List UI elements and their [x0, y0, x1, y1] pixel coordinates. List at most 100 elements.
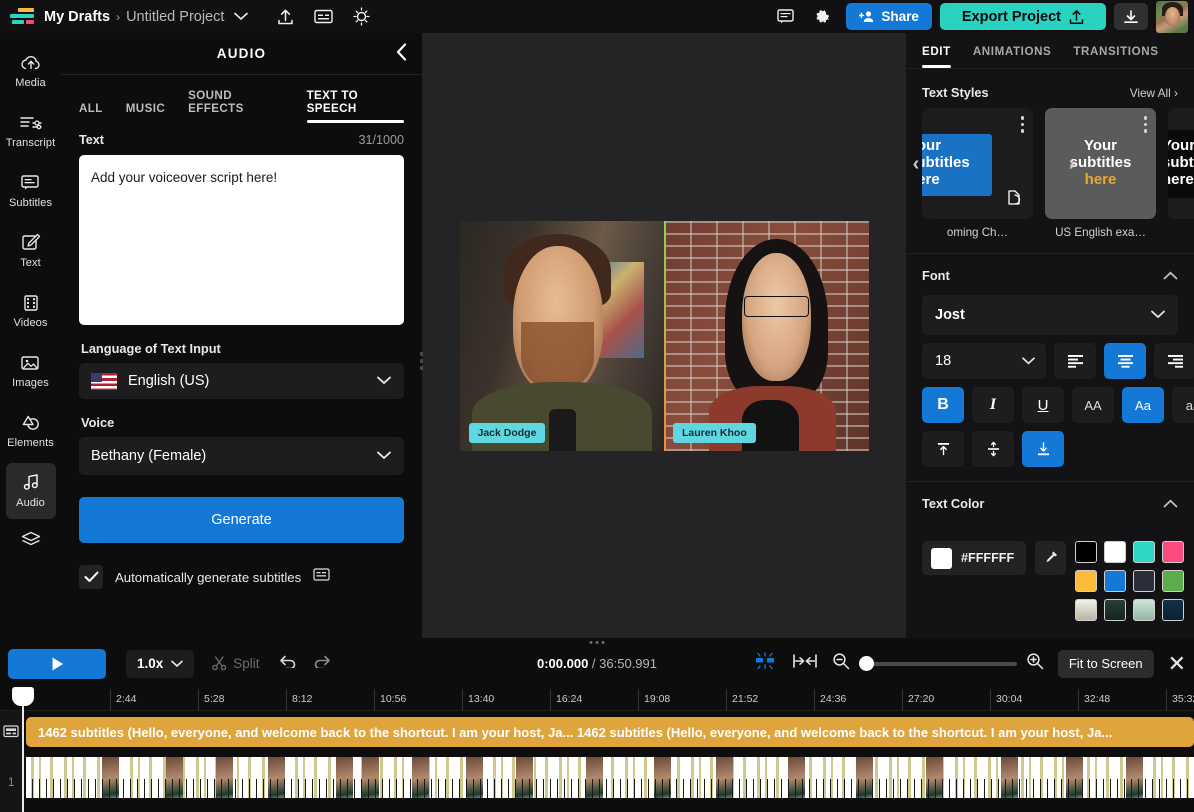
language-select[interactable]: English (US)	[79, 363, 404, 399]
tab-music[interactable]: MUSIC	[126, 102, 165, 123]
share-button[interactable]: Share	[846, 3, 932, 30]
eyedropper-button[interactable]	[1035, 541, 1066, 575]
text-styles-view-all[interactable]: View All ›	[1130, 86, 1178, 100]
color-swatch[interactable]	[1104, 541, 1126, 563]
play-button[interactable]	[8, 649, 106, 679]
text-color-collapse-chevron-up-icon[interactable]	[1163, 496, 1178, 511]
settings-gear-icon[interactable]	[808, 2, 838, 32]
text-style-thumb-3[interactable]: Your subtitl here	[1168, 108, 1194, 219]
font-family-select[interactable]: Jost	[922, 295, 1178, 335]
lowercase-button[interactable]: aa	[1172, 387, 1194, 423]
bold-button[interactable]: B	[922, 387, 964, 423]
subtitles-badge-icon	[313, 568, 330, 586]
layers-icon	[20, 530, 42, 549]
align-right-button[interactable]	[1154, 343, 1194, 379]
undo-button[interactable]	[278, 654, 297, 673]
text-color-header[interactable]: Text Color	[906, 482, 1194, 519]
zoom-slider[interactable]	[859, 662, 1017, 666]
style-options-kebab-icon-2[interactable]	[1144, 116, 1148, 133]
split-button[interactable]: Split	[212, 656, 259, 671]
color-swatch[interactable]	[1075, 599, 1097, 621]
auto-subtitles-checkbox[interactable]	[79, 565, 103, 589]
titlecase-button[interactable]: Aa	[1122, 387, 1164, 423]
subtitle-track-icon[interactable]	[3, 725, 19, 743]
subtitle-clip[interactable]: 1462 subtitles (Hello, everyone, and wel…	[26, 717, 1194, 747]
color-swatch[interactable]	[1133, 541, 1155, 563]
fit-clip-button[interactable]	[792, 653, 818, 674]
uppercase-button[interactable]: AA	[1072, 387, 1114, 423]
download-button[interactable]	[1114, 3, 1148, 30]
sidebar-item-subtitles[interactable]: Subtitles	[6, 163, 56, 219]
text-style-card-1[interactable]: Your subtitles here oming Ch…	[922, 108, 1033, 239]
sidebar-item-videos[interactable]: Videos	[6, 283, 56, 339]
sidebar-item-media[interactable]: Media	[6, 43, 56, 99]
tab-text-to-speech[interactable]: TEXT TO SPEECH	[307, 89, 404, 123]
valign-bottom-button[interactable]	[1022, 431, 1064, 467]
color-swatch[interactable]	[1162, 570, 1184, 592]
italic-button[interactable]: I	[972, 387, 1014, 423]
zoom-in-button[interactable]	[1026, 652, 1044, 675]
fit-to-screen-button[interactable]: Fit to Screen	[1058, 650, 1154, 678]
voice-select[interactable]: Bethany (Female)	[79, 437, 404, 475]
color-swatch[interactable]	[1133, 570, 1155, 592]
text-style-card-3[interactable]: Your subtitl here voice clone	[1168, 108, 1194, 239]
tab-edit[interactable]: EDIT	[922, 45, 951, 68]
font-section-header[interactable]: Font	[906, 254, 1194, 291]
captions-icon[interactable]	[308, 2, 338, 32]
tab-animations[interactable]: ANIMATIONS	[973, 45, 1052, 68]
timeline-ruler[interactable]: 0 2:44 5:28 8:12 10:56 13:40 16:24 19:08…	[0, 689, 1194, 711]
align-center-button[interactable]	[1104, 343, 1146, 379]
sidebar-item-transcript[interactable]: Transcript	[6, 103, 56, 159]
project-menu-chevron-down-icon[interactable]	[234, 10, 248, 23]
playback-speed-select[interactable]: 1.0x	[126, 650, 194, 678]
carousel-prev-chevron-left-icon[interactable]: ‹	[904, 148, 928, 180]
sidebar-item-elements[interactable]: Elements	[6, 403, 56, 459]
tab-sound-effects[interactable]: SOUND EFFECTS	[188, 89, 283, 123]
color-swatch[interactable]	[1133, 599, 1155, 621]
color-swatch[interactable]	[1075, 541, 1097, 563]
playhead[interactable]	[22, 689, 24, 812]
sidebar-item-text[interactable]: Text	[6, 223, 56, 279]
color-swatch[interactable]	[1075, 570, 1097, 592]
breadcrumb-workspace[interactable]: My Drafts	[44, 9, 110, 25]
zoom-out-button[interactable]	[832, 652, 850, 675]
close-timeline-button[interactable]: ✕	[1168, 653, 1186, 675]
tab-all[interactable]: ALL	[79, 102, 103, 123]
color-swatch[interactable]	[1104, 599, 1126, 621]
style-options-kebab-icon[interactable]	[1021, 116, 1025, 133]
tab-transitions[interactable]: TRANSITIONS	[1073, 45, 1158, 68]
magnet-snap-button[interactable]	[752, 650, 778, 677]
color-swatch[interactable]	[1104, 570, 1126, 592]
auto-subtitles-row[interactable]: Automatically generate subtitles	[79, 565, 404, 589]
playhead-handle[interactable]	[12, 687, 34, 706]
hex-value: #FFFFFF	[961, 551, 1014, 565]
font-collapse-chevron-up-icon[interactable]	[1163, 268, 1178, 283]
export-project-button[interactable]: Export Project	[940, 3, 1106, 30]
lightbulb-idea-icon[interactable]	[346, 2, 376, 32]
zoom-slider-handle[interactable]	[859, 656, 874, 671]
generate-button[interactable]: Generate	[79, 497, 404, 543]
underline-button[interactable]: U	[1022, 387, 1064, 423]
breadcrumb-project-name[interactable]: Untitled Project	[126, 9, 224, 25]
paint-style-icon[interactable]	[1006, 189, 1023, 211]
sidebar-item-audio[interactable]: Audio	[6, 463, 56, 519]
font-size-select[interactable]: 18	[922, 343, 1046, 379]
hex-color-input[interactable]: #FFFFFF	[922, 541, 1026, 575]
text-style-thumb-1[interactable]: Your subtitles here	[922, 108, 1033, 219]
collapse-panel-chevron-left-icon[interactable]	[395, 43, 408, 64]
video-preview[interactable]: Jack Dodge Lauren Khoo	[460, 221, 869, 451]
carousel-next-chevron-right-icon[interactable]: ›	[1060, 148, 1084, 180]
valign-top-button[interactable]	[922, 431, 964, 467]
color-swatch[interactable]	[1162, 599, 1184, 621]
upload-icon[interactable]	[270, 2, 300, 32]
redo-button[interactable]	[313, 654, 332, 673]
voiceover-script-input[interactable]: Add your voiceover script here!	[79, 155, 404, 325]
user-avatar[interactable]	[1156, 1, 1188, 33]
track-number: 1	[8, 777, 14, 789]
sidebar-item-images[interactable]: Images	[6, 343, 56, 399]
comments-icon[interactable]	[770, 2, 800, 32]
valign-middle-button[interactable]	[972, 431, 1014, 467]
align-left-button[interactable]	[1054, 343, 1096, 379]
sidebar-item-layers[interactable]	[6, 523, 56, 555]
color-swatch[interactable]	[1162, 541, 1184, 563]
